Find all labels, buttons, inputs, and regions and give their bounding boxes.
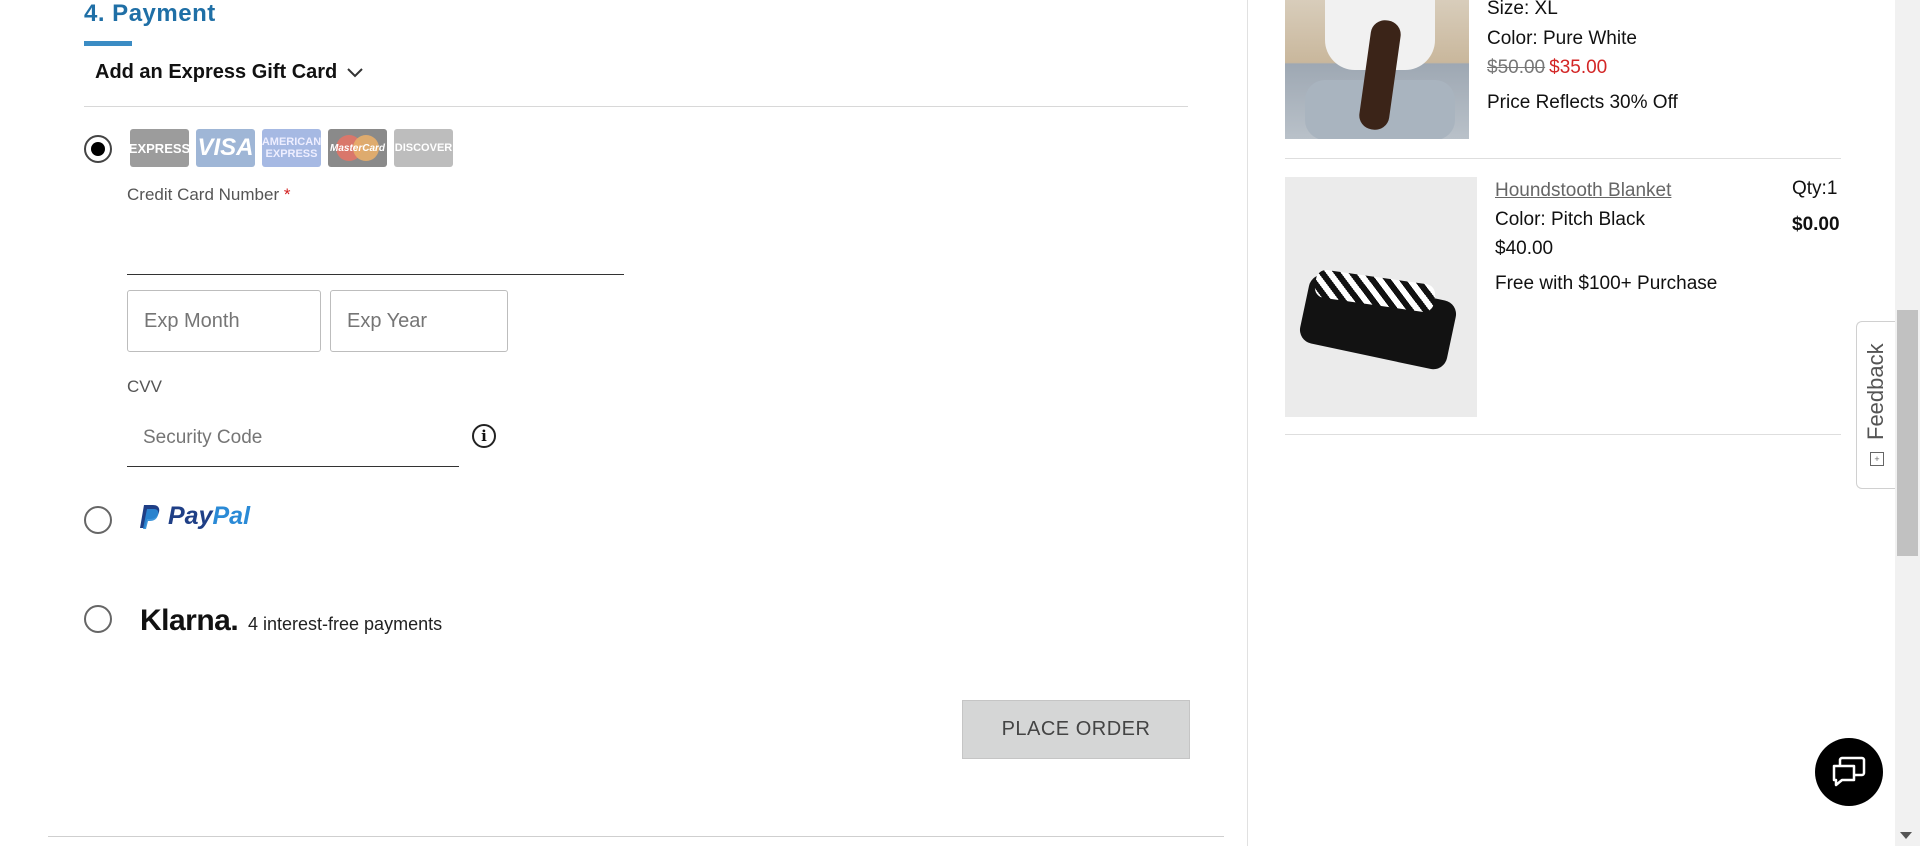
item-promo-note: Free with $100+ Purchase bbox=[1495, 273, 1718, 294]
item-original-price: $50.00 bbox=[1487, 57, 1546, 78]
item-quantity: Qty:1 bbox=[1792, 178, 1838, 199]
column-separator bbox=[1247, 0, 1248, 846]
mastercard-logo-text: MasterCard bbox=[329, 142, 386, 154]
required-mark: * bbox=[283, 185, 291, 204]
credit-card-number-label-text: Credit Card Number bbox=[127, 185, 280, 204]
gift-card-toggle-label: Add an Express Gift Card bbox=[95, 61, 338, 83]
divider bbox=[48, 836, 1224, 837]
discover-logo: DISCOVER bbox=[394, 129, 453, 167]
paypal-p-icon bbox=[140, 504, 160, 529]
item-price: $40.00 bbox=[1495, 238, 1554, 259]
chat-button[interactable] bbox=[1815, 738, 1883, 806]
radio-klarna[interactable] bbox=[84, 605, 112, 633]
item-sale-price: $35.00 bbox=[1549, 57, 1608, 78]
divider bbox=[1285, 434, 1841, 435]
paypal-logo[interactable]: PayPal bbox=[138, 502, 250, 531]
feedback-icon: + bbox=[1870, 452, 1884, 466]
item-size: Size: XL bbox=[1487, 0, 1558, 19]
divider bbox=[84, 106, 1188, 107]
express-card-logo: EXPRESS bbox=[130, 129, 189, 167]
item-name-link[interactable]: Houndstooth Blanket bbox=[1495, 180, 1671, 202]
amex-logo: AMERICAN EXPRESS bbox=[262, 129, 321, 167]
chevron-down-icon bbox=[347, 67, 363, 77]
security-code-input[interactable] bbox=[127, 410, 459, 467]
item-promo-note: Price Reflects 30% Off bbox=[1487, 92, 1678, 113]
section-title-underline bbox=[84, 41, 132, 46]
gift-card-toggle[interactable]: Add an Express Gift Card bbox=[95, 61, 363, 84]
radio-credit-card[interactable] bbox=[84, 135, 112, 163]
klarna-description: 4 interest-free payments bbox=[248, 614, 443, 634]
feedback-tab[interactable]: Feedback + bbox=[1856, 321, 1896, 489]
feedback-label: Feedback bbox=[1863, 343, 1888, 440]
chat-icon bbox=[1832, 756, 1866, 787]
scroll-down-arrow-icon[interactable] bbox=[1900, 832, 1912, 839]
product-image-blanket[interactable] bbox=[1285, 177, 1477, 417]
exp-year-field[interactable] bbox=[330, 290, 508, 352]
item-price: $50.00 $35.00 bbox=[1487, 57, 1607, 79]
exp-month-field[interactable] bbox=[127, 290, 321, 352]
radio-paypal[interactable] bbox=[84, 506, 112, 534]
paypal-wordmark-pal: Pal bbox=[212, 502, 251, 530]
credit-card-number-input[interactable] bbox=[127, 228, 628, 274]
item-color: Color: Pitch Black bbox=[1495, 209, 1645, 230]
credit-card-number-underline bbox=[127, 274, 624, 275]
place-order-button[interactable]: PLACE ORDER bbox=[962, 700, 1190, 759]
divider bbox=[1285, 158, 1841, 159]
cvv-label: CVV bbox=[127, 377, 162, 396]
item-total: $0.00 bbox=[1792, 214, 1840, 235]
mastercard-logo: MasterCard bbox=[328, 129, 387, 167]
paypal-wordmark-pay: Pay bbox=[168, 502, 213, 530]
info-icon[interactable]: i bbox=[472, 424, 496, 448]
credit-card-number-label: Credit Card Number * bbox=[127, 185, 290, 205]
klarna-logo: Klarna. bbox=[140, 604, 239, 637]
visa-logo: VISA bbox=[196, 129, 255, 167]
product-image-shirt[interactable] bbox=[1285, 0, 1469, 139]
item-color: Color: Pure White bbox=[1487, 28, 1637, 49]
section-title-payment: 4. Payment bbox=[84, 0, 216, 27]
scrollbar-thumb[interactable] bbox=[1897, 310, 1918, 556]
